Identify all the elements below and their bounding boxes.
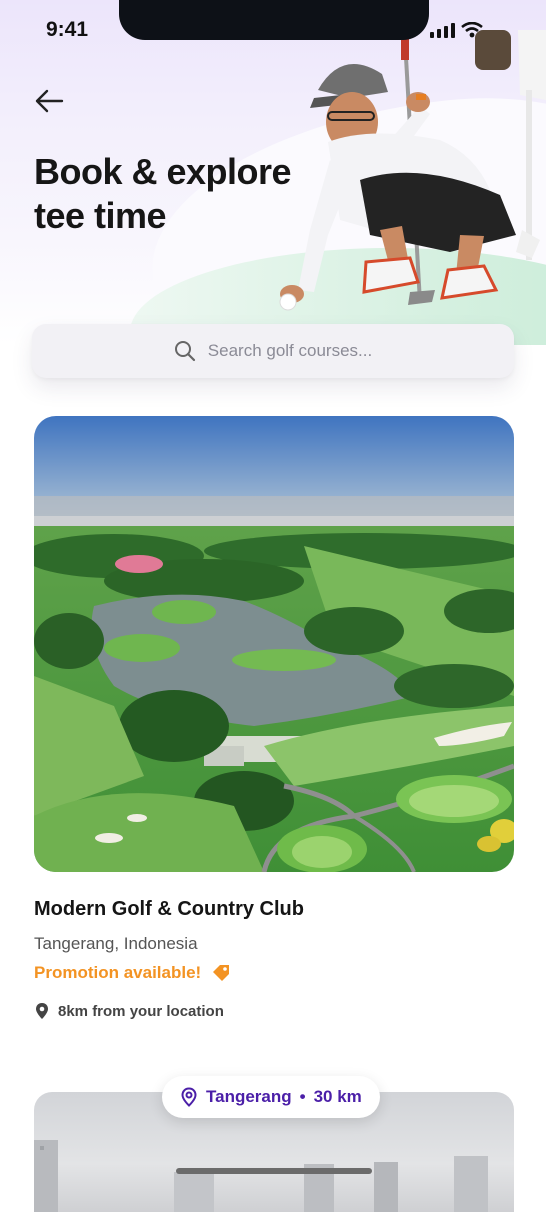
location-pin-icon bbox=[36, 1003, 48, 1019]
course-card-image[interactable] bbox=[34, 416, 514, 872]
location-chip[interactable]: Tangerang • 30 km bbox=[162, 1076, 380, 1118]
distance-text: 8km from your location bbox=[58, 1002, 224, 1020]
chip-separator: • bbox=[299, 1087, 306, 1106]
promotion-text: Promotion available! bbox=[34, 963, 202, 982]
map-pin-outline-icon bbox=[181, 1087, 197, 1107]
chip-distance: 30 km bbox=[313, 1087, 362, 1106]
course-location: Tangerang, Indonesia bbox=[34, 934, 198, 953]
distance-info: 8km from your location bbox=[34, 1002, 224, 1020]
dynamic-island bbox=[119, 0, 429, 40]
search-input[interactable]: Search golf courses... bbox=[32, 324, 514, 378]
status-time: 9:41 bbox=[46, 18, 89, 41]
signal-icon bbox=[430, 23, 455, 38]
tag-icon bbox=[213, 965, 230, 981]
chip-city: Tangerang bbox=[206, 1087, 292, 1106]
course-name[interactable]: Modern Golf & Country Club bbox=[34, 898, 304, 921]
wifi-icon bbox=[461, 22, 483, 38]
page-title-line-1: Book & explore bbox=[34, 151, 292, 192]
status-icons bbox=[430, 22, 483, 38]
promotion-badge: Promotion available! bbox=[34, 963, 231, 983]
back-arrow-icon[interactable] bbox=[32, 86, 66, 116]
search-placeholder: Search golf courses... bbox=[207, 341, 373, 360]
page-title-line-2: tee time bbox=[34, 195, 167, 236]
course-aerial-photo bbox=[34, 416, 514, 872]
search-icon bbox=[174, 341, 195, 362]
home-indicator[interactable] bbox=[176, 1168, 372, 1174]
page-title: Book & explore tee time bbox=[34, 150, 334, 238]
